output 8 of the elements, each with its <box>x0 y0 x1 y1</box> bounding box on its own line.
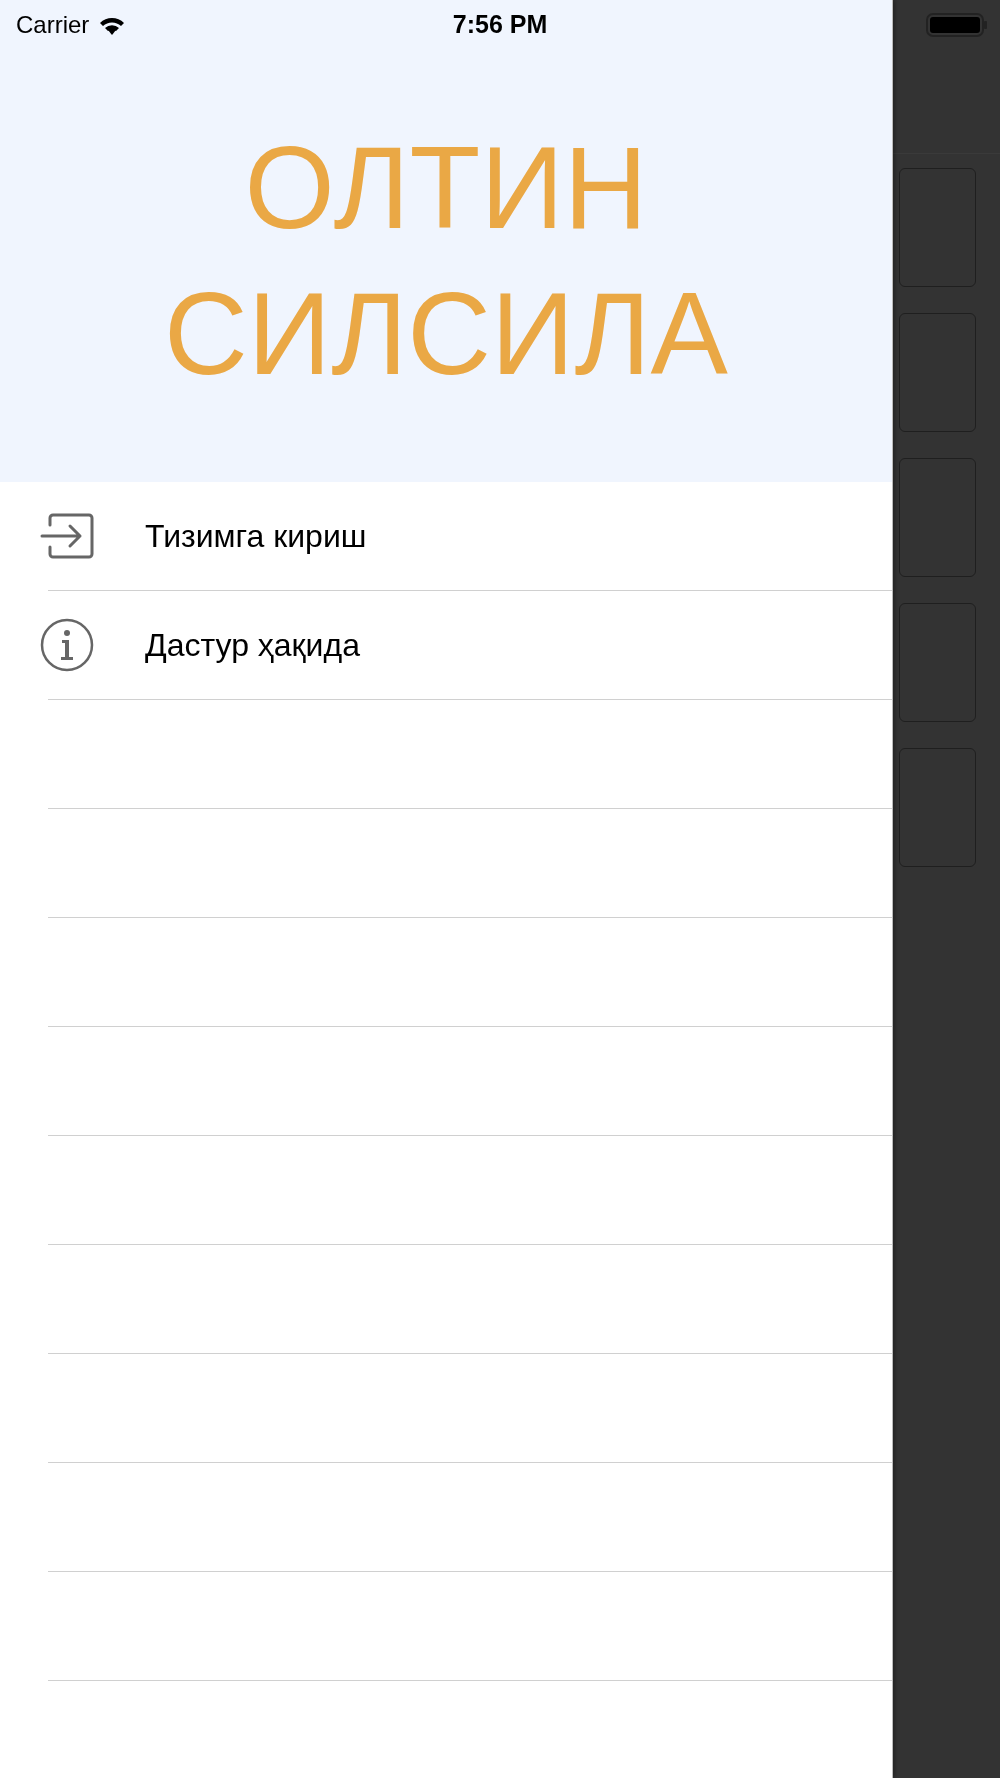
carrier-label: Carrier <box>16 10 90 40</box>
menu-item[interactable]: Тизимга кириш <box>0 482 892 590</box>
menu-item[interactable]: Дастур ҳақида <box>0 591 892 699</box>
status-time: 7:56 PM <box>452 9 548 41</box>
app-title: ОЛТИН СИЛСИЛА <box>163 122 729 401</box>
battery-icon <box>926 13 988 37</box>
enter-icon <box>39 513 94 559</box>
info-icon <box>39 618 94 672</box>
